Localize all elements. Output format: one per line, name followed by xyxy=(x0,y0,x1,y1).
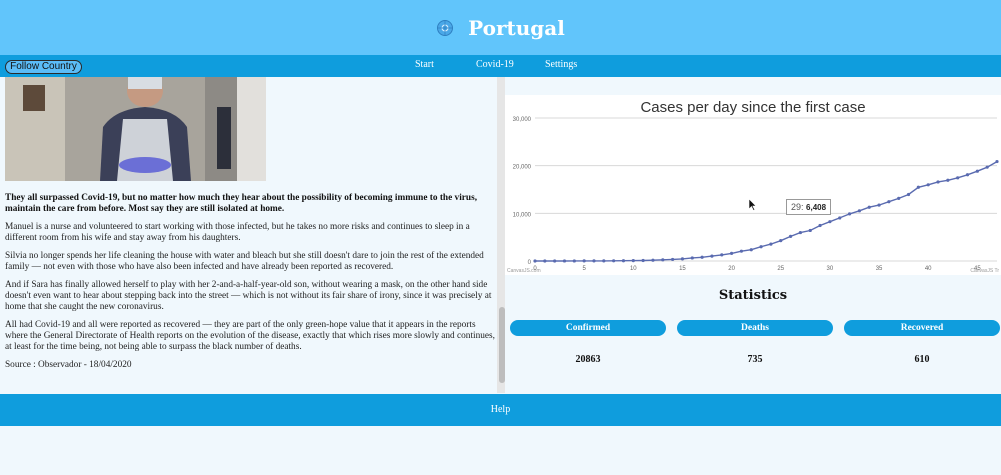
nav-link-settings[interactable]: Settings xyxy=(545,59,577,70)
recovered-value: 610 xyxy=(914,354,930,365)
data-point xyxy=(739,249,744,253)
data-point xyxy=(975,169,979,173)
tooltip-label: 29: xyxy=(791,202,804,212)
data-point xyxy=(916,185,920,189)
footer: Help xyxy=(0,394,1001,426)
data-point xyxy=(798,230,803,235)
y-tick-label: 10,000 xyxy=(513,212,532,218)
data-point xyxy=(867,205,871,209)
data-point xyxy=(710,254,714,258)
follow-country-button[interactable]: Follow Country xyxy=(5,60,82,74)
data-point xyxy=(720,253,724,257)
x-tick-label: 5 xyxy=(582,266,586,272)
chart-tooltip: 29: 6,408 xyxy=(786,199,832,215)
y-tick-label: 30,000 xyxy=(513,117,532,123)
article-source: Source : Observador - 18/04/2020 xyxy=(5,360,132,370)
data-point xyxy=(926,183,930,187)
deaths-badge: Deaths xyxy=(677,320,833,336)
data-point xyxy=(965,173,970,177)
data-point xyxy=(690,256,694,260)
data-point xyxy=(847,212,852,216)
chart-credit: CanvasJS.com xyxy=(507,268,541,274)
y-tick-label: 20,000 xyxy=(513,165,532,171)
article-text: They all surpassed Covid-19, but no matt… xyxy=(5,193,497,378)
x-tick-label: 25 xyxy=(777,266,784,272)
data-point xyxy=(808,228,812,233)
data-point xyxy=(985,165,989,169)
data-point xyxy=(700,255,704,259)
data-point xyxy=(838,216,842,220)
stats-pane: Cases per day since the first case 0 10,0… xyxy=(505,77,1001,393)
data-point xyxy=(533,259,537,263)
data-point xyxy=(661,258,665,262)
tooltip-value: 6,408 xyxy=(806,203,827,212)
data-point xyxy=(897,196,901,200)
data-point xyxy=(621,259,626,263)
data-point xyxy=(769,242,773,246)
cases-chart[interactable]: Cases per day since the first case 0 10,0… xyxy=(505,95,1001,275)
series-line xyxy=(535,160,998,262)
data-point xyxy=(828,220,832,224)
stats-title: Statistics xyxy=(718,288,788,303)
data-point xyxy=(680,257,685,261)
data-point xyxy=(572,259,576,263)
page-title: Portugal xyxy=(468,15,565,40)
confirmed-value: 20863 xyxy=(575,354,601,365)
data-point xyxy=(749,248,753,252)
data-point xyxy=(995,159,999,164)
page-bottom xyxy=(0,426,1001,475)
article-photo xyxy=(5,77,266,181)
data-point xyxy=(562,259,567,263)
x-tick-label: 10 xyxy=(630,266,637,272)
article-pane[interactable]: They all surpassed Covid-19, but no matt… xyxy=(0,77,505,393)
article-paragraph: And if Sara has finally allowed herself … xyxy=(5,280,492,312)
data-point xyxy=(671,257,675,262)
data-point xyxy=(553,259,557,263)
article-paragraph: All had Covid-19 and all were reported a… xyxy=(5,320,495,352)
data-point xyxy=(612,259,616,263)
nav-link-start[interactable]: Start xyxy=(415,59,434,70)
data-point xyxy=(631,259,635,263)
x-tick-label: 40 xyxy=(925,266,932,272)
data-point xyxy=(857,209,861,213)
article-paragraph: Silvia no longer spends her life cleanin… xyxy=(5,251,484,272)
data-point xyxy=(788,234,793,238)
x-tick-label: 30 xyxy=(827,266,834,272)
y-tick-label: 0 xyxy=(528,260,532,266)
x-tick-label: 35 xyxy=(876,266,883,272)
data-point xyxy=(936,180,940,184)
data-point xyxy=(818,223,822,228)
data-point xyxy=(543,259,547,263)
data-point xyxy=(887,200,891,204)
data-point xyxy=(759,245,763,249)
navbar: Follow Country Start Covid-19 Settings xyxy=(0,55,1001,77)
x-tick-label: 20 xyxy=(728,266,735,272)
data-point xyxy=(779,239,783,243)
chart-credit: CanvasJS Tr xyxy=(970,268,999,274)
data-point xyxy=(582,259,586,263)
deaths-value: 735 xyxy=(747,354,763,365)
data-point xyxy=(906,192,911,197)
header: Portugal xyxy=(0,0,1001,55)
data-point xyxy=(641,258,645,263)
nav-link-covid19[interactable]: Covid-19 xyxy=(476,59,514,70)
article-paragraph: Manuel is a nurse and volunteered to sta… xyxy=(5,222,470,243)
data-point xyxy=(956,176,960,180)
help-link[interactable]: Help xyxy=(491,404,510,415)
globe-icon xyxy=(437,19,454,36)
data-point xyxy=(592,259,596,263)
data-point xyxy=(651,258,655,262)
data-point xyxy=(946,178,950,182)
mouse-cursor-icon xyxy=(749,199,757,211)
data-point xyxy=(729,251,734,255)
x-tick-label: 15 xyxy=(679,266,686,272)
data-point xyxy=(602,259,606,263)
article-lead: They all surpassed Covid-19, but no matt… xyxy=(5,193,478,214)
recovered-badge: Recovered xyxy=(844,320,1000,336)
chart-canvas[interactable]: 010,00020,00030,0000 5 10 15 20 25 30 35 40 45Can… xyxy=(505,95,1001,275)
data-point xyxy=(877,203,881,207)
confirmed-badge: Confirmed xyxy=(510,320,666,336)
